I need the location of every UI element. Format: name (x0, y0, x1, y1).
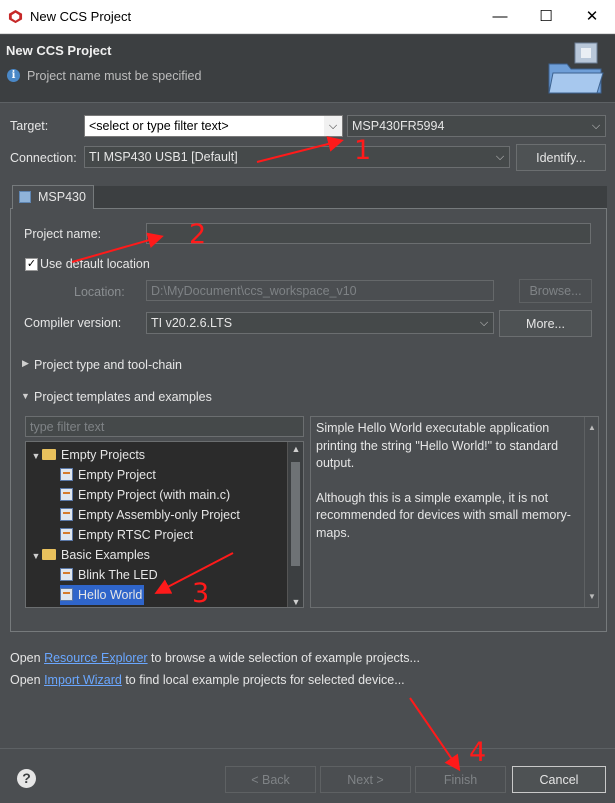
annotation-arrow-1 (256, 136, 344, 163)
annotation-arrow-4 (409, 697, 461, 772)
annotation-number-3: 3 (192, 578, 210, 609)
annotation-number-4: 4 (469, 737, 487, 768)
annotation-number-1: 1 (354, 135, 372, 166)
annotation-number-2: 2 (189, 219, 207, 250)
annotation-arrow-2 (71, 232, 164, 263)
annotation-overlay (71, 136, 461, 772)
